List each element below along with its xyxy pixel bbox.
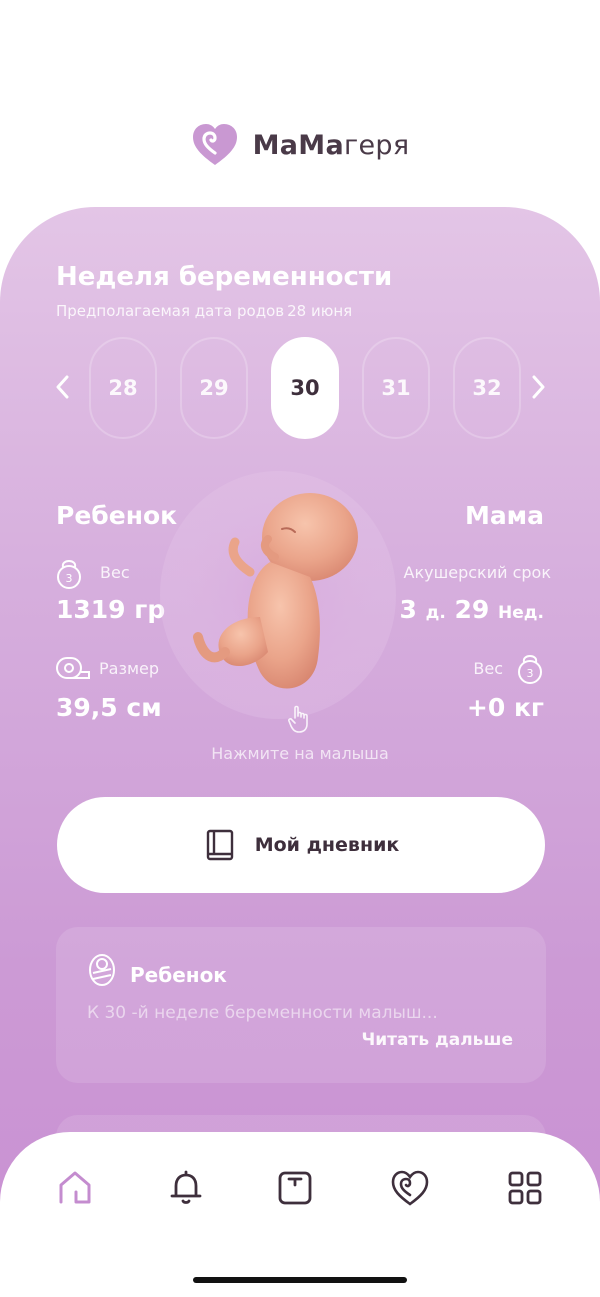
grid-icon[interactable]: [505, 1168, 545, 1208]
app-logo-text: МаМагеря: [253, 130, 410, 161]
read-more-link[interactable]: Читать дальше: [362, 1030, 513, 1050]
week-pill-32[interactable]: 32: [453, 337, 521, 439]
info-card-text: К 30 -й неделе беременности малыш...: [87, 1003, 438, 1023]
bell-icon[interactable]: [166, 1168, 206, 1208]
mom-term-label: Акушерский срок: [403, 563, 551, 582]
due-date-label: Предполагаемая дата родов: [56, 302, 285, 320]
week-pill-30-selected[interactable]: 30: [271, 337, 339, 439]
baby-weight-label: Вес: [100, 563, 130, 582]
due-date-line: Предполагаемая дата родов 28 июня: [56, 302, 352, 320]
tap-baby-hint: Нажмите на малыша: [211, 744, 389, 763]
info-card-title: Ребенок: [130, 963, 227, 987]
app-header: МаМагеря: [0, 120, 600, 170]
mom-title: Мама: [464, 501, 544, 530]
bottom-tab-bar: [0, 1132, 600, 1297]
term-days: 3: [399, 595, 417, 624]
tape-measure-icon: [56, 657, 90, 679]
kettlebell-icon: 3: [57, 560, 81, 589]
baby-info-card[interactable]: Ребенок К 30 -й неделе беременности малы…: [56, 927, 546, 1083]
scale-icon[interactable]: [275, 1168, 315, 1208]
term-weeks: 29: [454, 595, 490, 624]
week-selector: 28 29 30 31 32: [0, 337, 600, 439]
term-days-unit: д.: [425, 603, 446, 623]
chevron-left-icon[interactable]: [50, 373, 76, 401]
book-icon: [206, 829, 233, 861]
term-weeks-unit: Нед.: [498, 603, 544, 623]
week-pill-29[interactable]: 29: [180, 337, 248, 439]
mom-weight-value: +0 кг: [466, 693, 544, 722]
svg-text:3: 3: [527, 667, 534, 680]
fetus-illustration[interactable]: [150, 467, 400, 727]
svg-text:3: 3: [66, 572, 73, 585]
due-date-value: 28 июня: [287, 302, 353, 320]
my-diary-label: Мой дневник: [254, 834, 400, 856]
kettlebell-icon-mom: 3: [518, 655, 542, 684]
home-indicator[interactable]: [193, 1277, 407, 1283]
home-icon[interactable]: [55, 1168, 95, 1208]
baby-size-value: 39,5 см: [56, 693, 162, 722]
baby-weight-value: 1319 гр: [56, 595, 166, 624]
logo-light: геря: [344, 129, 410, 161]
my-diary-button[interactable]: Мой дневник: [57, 797, 545, 893]
heart-icon[interactable]: [390, 1168, 430, 1208]
pregnancy-week-title: Неделя беременности: [56, 262, 393, 292]
tap-hand-icon: [288, 705, 308, 733]
heart-logo-icon: [192, 124, 237, 165]
swaddled-baby-icon: [89, 954, 115, 986]
logo-bold: МаМа: [252, 129, 344, 161]
mom-weight-label: Вес: [473, 659, 503, 678]
week-pill-28[interactable]: 28: [89, 337, 157, 439]
mom-term-value: 3 д. 29 Нед.: [400, 595, 545, 624]
week-pill-31[interactable]: 31: [362, 337, 430, 439]
chevron-right-icon[interactable]: [525, 373, 551, 401]
